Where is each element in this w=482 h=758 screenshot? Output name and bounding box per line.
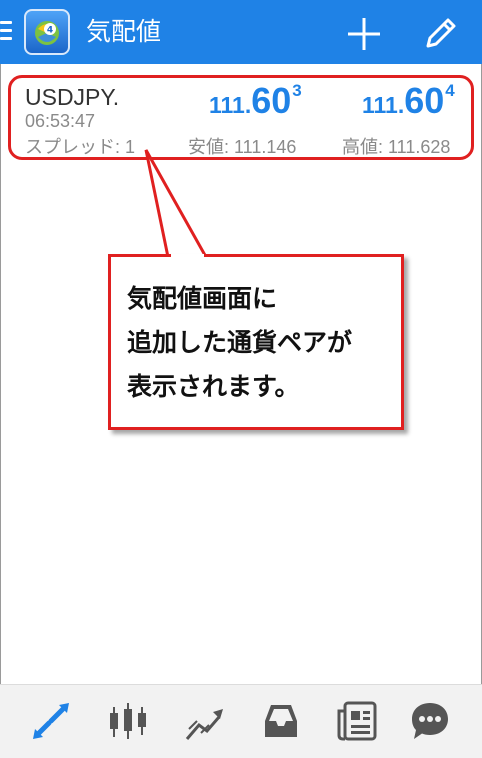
- chart-icon[interactable]: [106, 699, 150, 743]
- ask-price-big: 60: [404, 80, 445, 121]
- callout-box: 気配値画面に 追加した通貨ペアが 表示されます。: [108, 254, 404, 430]
- bid-price-big: 60: [251, 80, 292, 121]
- ask-price-pip: 4: [445, 81, 455, 100]
- bottom-nav: [0, 684, 482, 758]
- menu-icon[interactable]: [0, 18, 16, 44]
- spread-label: スプレッド: 1: [25, 137, 136, 157]
- bid-price-prefix: 111.: [209, 92, 252, 118]
- ask-price-prefix: 111.: [362, 92, 405, 118]
- quotes-icon[interactable]: [29, 699, 73, 743]
- bid-price: 111.603: [209, 80, 302, 122]
- callout-tail-joint: [171, 254, 204, 258]
- callout-line-1: 気配値画面に: [127, 284, 278, 313]
- ask-price: 111.604: [362, 80, 455, 122]
- high-price: 高値: 111.628: [342, 137, 451, 157]
- history-icon[interactable]: [259, 699, 303, 743]
- symbol-label: USDJPY.: [25, 84, 120, 110]
- svg-text:4: 4: [47, 26, 53, 36]
- news-icon[interactable]: [335, 699, 379, 743]
- quote-row-usdjpy[interactable]: USDJPY. 06:53:47 スプレッド: 1 111.603 111.60…: [8, 75, 474, 160]
- pencil-icon[interactable]: [420, 12, 460, 52]
- mt4-logo-icon: 4: [24, 9, 70, 55]
- callout-line-2: 追加した通貨ペアが: [127, 328, 353, 357]
- chat-icon[interactable]: [408, 699, 452, 743]
- page-title: 気配値: [86, 17, 162, 46]
- bid-price-pip: 3: [292, 81, 302, 100]
- callout-line-3: 表示されます。: [127, 372, 300, 401]
- low-price: 安値: 111.146: [188, 137, 297, 157]
- app-bar: 4 気配値: [0, 0, 482, 64]
- trade-icon[interactable]: [183, 699, 227, 743]
- plus-icon[interactable]: [344, 14, 384, 54]
- quote-time: 06:53:47: [25, 111, 96, 131]
